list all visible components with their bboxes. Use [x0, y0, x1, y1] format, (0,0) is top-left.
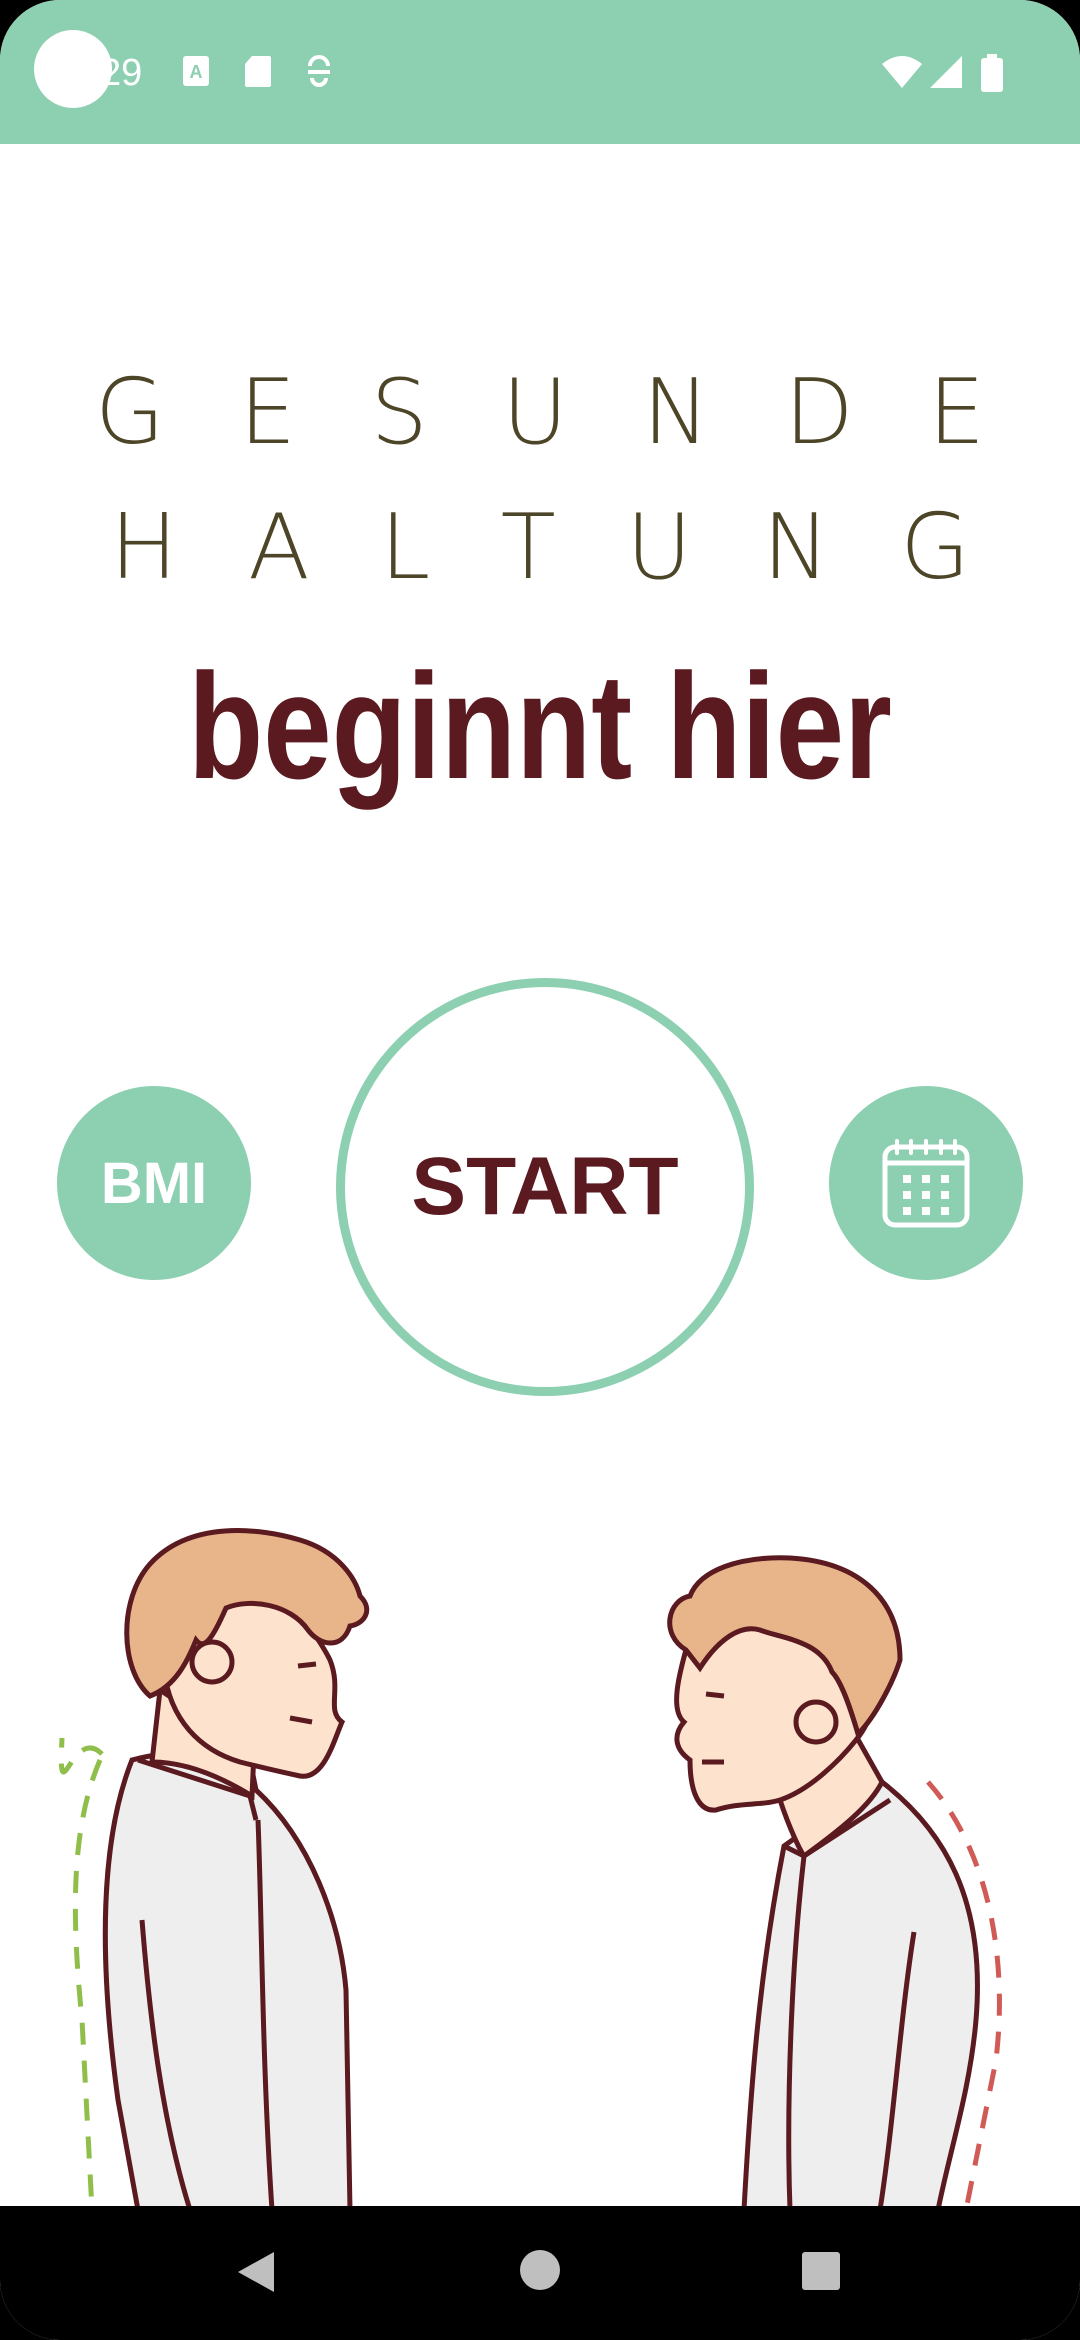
headline-letter: E	[239, 360, 297, 465]
start-button[interactable]: START	[336, 978, 754, 1396]
headline-letter: N	[762, 495, 830, 600]
svg-text:A: A	[190, 62, 203, 82]
person-upright	[58, 1528, 370, 2210]
calendar-icon	[882, 1139, 970, 1228]
headline-letter: G	[900, 495, 970, 600]
headline-letter: G	[95, 360, 165, 465]
bmi-button-label: BMI	[100, 1150, 208, 1216]
headline-letter: D	[784, 360, 854, 465]
person-hunched	[667, 1555, 1002, 2210]
calendar-button[interactable]	[829, 1086, 1023, 1280]
status-bar: 29 A	[0, 0, 1080, 144]
headline-tagline: beginnt hier	[188, 642, 892, 810]
headline-letter: U	[502, 360, 569, 465]
headline-letter: S	[370, 360, 428, 465]
app-screen: 29 A G E S U N D E H A L T U N G beginnt…	[0, 0, 1080, 2340]
vpn-icon	[308, 55, 330, 87]
headline-line-1: G E S U N D E	[0, 360, 1080, 465]
headline-letter: N	[642, 360, 710, 465]
signal-icon	[930, 56, 962, 88]
back-icon[interactable]	[234, 2248, 278, 2296]
headline-letter: E	[928, 360, 985, 465]
recents-icon[interactable]	[800, 2250, 842, 2292]
headline-letter: A	[248, 495, 310, 600]
headline-line-2: H A L T U N G	[0, 495, 1080, 600]
posture-illustration	[58, 1528, 1002, 2210]
headline-letter: U	[626, 495, 693, 600]
headline-letter: H	[110, 495, 178, 600]
status-time: 29	[100, 52, 143, 94]
headline-letter: L	[380, 495, 431, 600]
start-button-label: START	[411, 1141, 679, 1232]
wifi-icon	[882, 56, 922, 88]
text-a-icon: A	[183, 56, 209, 86]
sd-card-icon	[245, 56, 271, 87]
battery-icon	[981, 54, 1003, 92]
bmi-button[interactable]: BMI	[57, 1086, 251, 1280]
headline-letter: T	[500, 495, 556, 600]
home-icon[interactable]	[518, 2248, 562, 2292]
navigation-bar	[0, 2206, 1080, 2340]
